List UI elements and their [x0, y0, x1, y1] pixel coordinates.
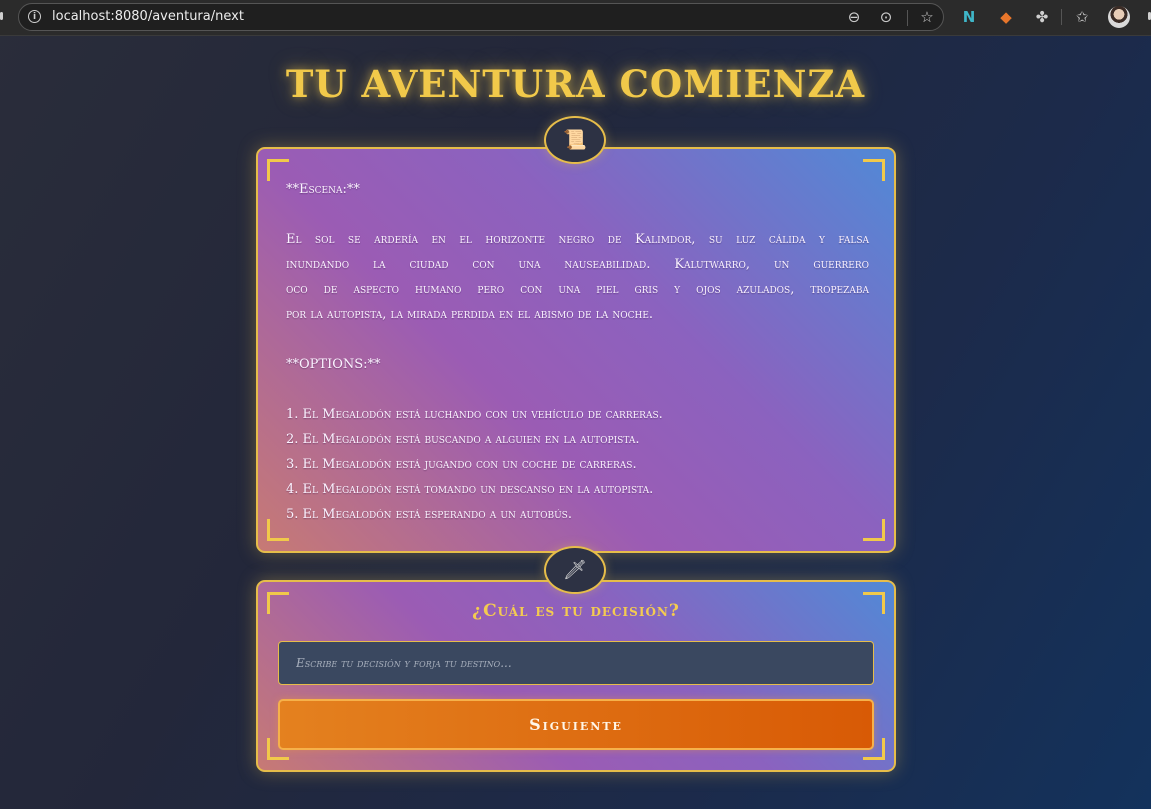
extension-fox-icon[interactable]: ◆: [996, 7, 1016, 27]
scroll-icon: 📜: [544, 116, 606, 164]
story-paragraph-line: oco de aspecto humano pero con una piel …: [286, 282, 869, 297]
profile-avatar[interactable]: [1108, 6, 1130, 28]
address-bar[interactable]: i localhost:8080/aventura/next ⊖ ⊙ ☆: [18, 3, 944, 31]
page-title: Tu Aventura Comienza: [285, 62, 866, 106]
favorites-icon[interactable]: ✩: [1072, 7, 1092, 27]
decision-title: ¿Cuál es tu decisión?: [472, 601, 680, 621]
url-text[interactable]: localhost:8080/aventura/next: [52, 9, 244, 24]
extension-n-icon[interactable]: N: [959, 7, 979, 27]
option-item: 4. El Megalodón está tomando un descanso…: [286, 482, 654, 497]
next-button[interactable]: Siguiente: [278, 699, 874, 750]
options-label: **OPTIONS:**: [286, 357, 381, 372]
option-item: 2. El Megalodón está buscando a alguien …: [286, 432, 640, 447]
story-paragraph-line: por la autopista, la mirada perdida en e…: [286, 307, 654, 322]
back-edge-icon: [0, 12, 3, 20]
decision-input[interactable]: [278, 641, 874, 685]
divider: [907, 10, 908, 26]
option-item: 1. El Megalodón está luchando con un veh…: [286, 407, 663, 422]
more-icon[interactable]: ⊙: [876, 7, 896, 27]
puzzle-icon[interactable]: ✤: [1032, 7, 1052, 27]
option-item: 5. El Megalodón está esperando a un auto…: [286, 507, 572, 522]
info-icon[interactable]: i: [28, 10, 41, 23]
zoom-out-icon[interactable]: ⊖: [844, 7, 864, 27]
browser-toolbar: i localhost:8080/aventura/next ⊖ ⊙ ☆ N ◆…: [0, 0, 1151, 36]
star-icon[interactable]: ☆: [917, 7, 937, 27]
story-paragraph-line: inundando la ciudad con una nauseabilida…: [286, 257, 869, 272]
scene-label: **Escena:**: [286, 182, 360, 197]
option-item: 3. El Megalodón está jugando con un coch…: [286, 457, 637, 472]
dagger-icon: 🗡: [544, 546, 606, 594]
story-paragraph-line: El sol se ardería en el horizonte negro …: [286, 232, 869, 247]
story-card: **Escena:** El sol se ardería en el hori…: [256, 147, 896, 553]
divider: [1061, 9, 1062, 25]
story-text: **Escena:** El sol se ardería en el hori…: [286, 177, 869, 527]
decision-card: ¿Cuál es tu decisión? Siguiente: [256, 580, 896, 772]
